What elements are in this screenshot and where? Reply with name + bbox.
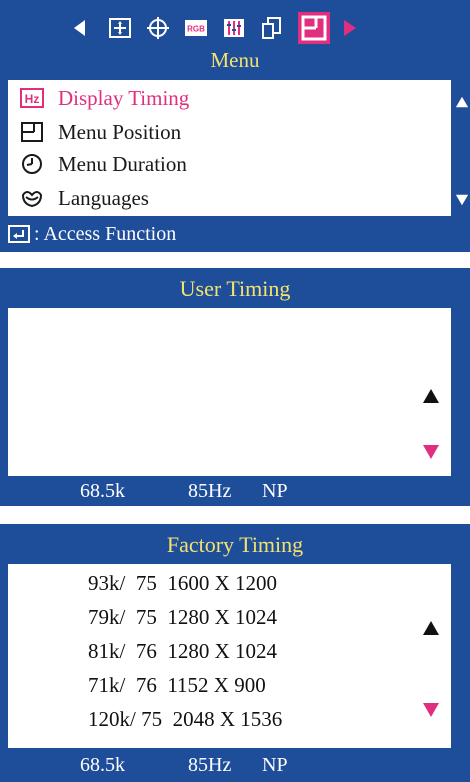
image-copy-icon[interactable] [260, 16, 284, 40]
enter-key-icon [8, 225, 30, 243]
timing-row[interactable]: 93k/ 75 1600 X 1200 [88, 568, 277, 598]
refresh-rate: 85Hz [188, 754, 232, 776]
factory-timing-title: Factory Timing [166, 532, 304, 557]
languages-icon [20, 186, 44, 210]
clock-icon [20, 152, 44, 176]
refresh-rate: 85Hz [188, 480, 232, 502]
menu-item-menu-position[interactable]: Menu Position [20, 116, 440, 148]
scroll-down-icon[interactable] [421, 442, 441, 462]
left-arrow-icon[interactable] [68, 16, 92, 40]
scroll-down-icon[interactable] [421, 700, 441, 720]
hz-icon: Hz [20, 86, 44, 110]
user-timing-title: User Timing [179, 276, 291, 301]
menu-title: Menu [210, 48, 260, 72]
timing-row[interactable]: 81k/ 76 1280 X 1024 [88, 636, 277, 666]
access-function-hint: : Access Function [8, 221, 448, 247]
user-timing-list [8, 308, 451, 476]
horizontal-frequency: 68.5k [80, 754, 125, 776]
right-arrow-icon[interactable] [338, 16, 362, 40]
menu-list: Hz Display Timing Menu Position Menu Dur… [8, 80, 451, 216]
rgb-icon[interactable]: RGB [184, 16, 208, 40]
scroll-up-icon[interactable] [453, 94, 470, 110]
user-timing-status: 68.5k 85Hz NP [0, 478, 470, 504]
menu-position-icon [20, 120, 44, 144]
factory-timing-list: 93k/ 75 1600 X 1200 79k/ 75 1280 X 1024 … [8, 564, 451, 748]
timing-row[interactable]: 120k/ 75 2048 X 1536 [88, 704, 282, 734]
picture-icon[interactable] [108, 16, 132, 40]
menu-item-display-timing[interactable]: Hz Display Timing [20, 82, 440, 114]
color-bars-icon[interactable] [222, 16, 246, 40]
menu-icon-bar: RGB [0, 8, 470, 48]
menu-item-languages[interactable]: Languages [20, 182, 440, 214]
svg-text:RGB: RGB [187, 25, 205, 34]
sync-polarity: NP [262, 480, 288, 502]
access-hint-text: : Access Function [34, 222, 177, 245]
geometry-icon[interactable] [146, 16, 170, 40]
scroll-up-icon[interactable] [421, 386, 441, 406]
timing-row[interactable]: 71k/ 76 1152 X 900 [88, 670, 266, 700]
menu-item-label: Display Timing [58, 85, 190, 110]
svg-text:Hz: Hz [25, 92, 40, 106]
factory-timing-panel: Factory Timing 93k/ 75 1600 X 1200 79k/ … [0, 524, 470, 782]
setup-icon[interactable] [298, 12, 330, 44]
user-timing-panel: User Timing 68.5k 85Hz NP [0, 268, 470, 506]
sync-polarity: NP [262, 754, 288, 776]
scroll-up-icon[interactable] [421, 618, 441, 638]
timing-row[interactable]: 79k/ 75 1280 X 1024 [88, 602, 277, 632]
menu-item-label: Menu Position [58, 119, 182, 144]
menu-item-label: Languages [58, 185, 149, 210]
menu-item-menu-duration[interactable]: Menu Duration [20, 148, 440, 180]
menu-panel: RGB Menu Hz Display Timing Menu Position [0, 0, 470, 252]
factory-timing-status: 68.5k 85Hz NP [0, 752, 470, 778]
menu-item-label: Menu Duration [58, 151, 187, 176]
scroll-down-icon[interactable] [453, 192, 470, 208]
horizontal-frequency: 68.5k [80, 480, 125, 502]
